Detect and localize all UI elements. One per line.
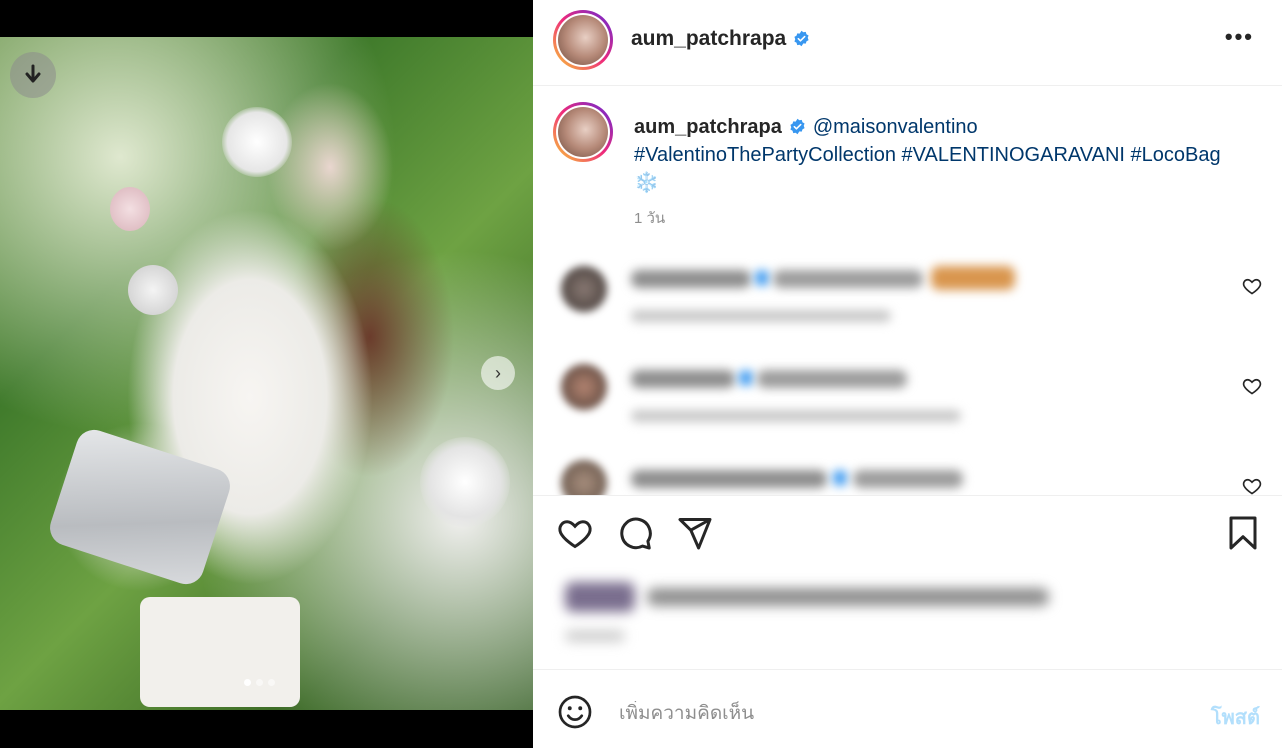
next-arrow-icon: › bbox=[495, 362, 501, 383]
details-panel: aum_patchrapa ••• aum_patchrapa @maisonva… bbox=[533, 0, 1282, 748]
carousel-dot bbox=[268, 679, 275, 686]
carousel-dots bbox=[244, 679, 275, 686]
comment-item bbox=[533, 248, 1282, 348]
comment-icon[interactable] bbox=[617, 515, 653, 551]
carousel-dot bbox=[256, 679, 263, 686]
caption-hashtags[interactable]: #ValentinoThePartyCollection #VALENTINOG… bbox=[634, 144, 1221, 166]
download-button[interactable] bbox=[10, 52, 56, 98]
post-dialog: › aum_patchrapa ••• aum_patchrapa @maiso… bbox=[0, 0, 1282, 748]
likes-summary bbox=[533, 570, 1282, 670]
more-options-button[interactable]: ••• bbox=[1225, 24, 1254, 50]
post-comment-button[interactable]: โพสต์ bbox=[1211, 701, 1260, 733]
comment-avatar[interactable] bbox=[561, 364, 607, 410]
verified-badge-icon bbox=[794, 30, 809, 47]
share-icon[interactable] bbox=[677, 515, 713, 551]
comment-avatar[interactable] bbox=[561, 460, 607, 495]
media-panel: › bbox=[0, 0, 533, 748]
comment-item bbox=[533, 348, 1282, 448]
post-timestamp[interactable]: 1 วัน bbox=[634, 206, 665, 230]
verified-badge-icon bbox=[790, 118, 805, 135]
post-header: aum_patchrapa ••• bbox=[533, 0, 1282, 86]
author-avatar[interactable] bbox=[553, 10, 613, 70]
caption-avatar[interactable] bbox=[553, 102, 613, 162]
caption: aum_patchrapa @maisonvalentino #Valentino… bbox=[533, 87, 1282, 247]
heart-icon[interactable] bbox=[557, 515, 593, 551]
caption-mention[interactable]: @maisonvalentino bbox=[813, 116, 978, 138]
author-username[interactable]: aum_patchrapa bbox=[631, 27, 810, 51]
action-bar bbox=[533, 497, 1282, 567]
emoji-icon[interactable] bbox=[557, 694, 593, 730]
arrow-down-icon bbox=[25, 64, 41, 83]
next-slide-button[interactable]: › bbox=[481, 356, 515, 390]
caption-text: aum_patchrapa @maisonvalentino #Valentino… bbox=[634, 113, 1254, 197]
more-icon[interactable]: ••• bbox=[1225, 24, 1254, 49]
comment-item bbox=[533, 448, 1282, 496]
post-photo[interactable] bbox=[0, 37, 533, 710]
caption-username[interactable]: aum_patchrapa bbox=[634, 116, 782, 138]
comment-like-icon[interactable] bbox=[1242, 276, 1262, 296]
comments-list bbox=[533, 248, 1282, 496]
caption-emoji: ❄️ bbox=[634, 172, 659, 194]
comment-avatar[interactable] bbox=[561, 266, 607, 312]
bookmark-icon[interactable] bbox=[1225, 515, 1261, 551]
comment-input[interactable] bbox=[619, 701, 1179, 727]
comment-like-icon[interactable] bbox=[1242, 376, 1262, 396]
comment-like-icon[interactable] bbox=[1242, 476, 1262, 496]
carousel-dot bbox=[244, 679, 251, 686]
comment-composer: โพสต์ bbox=[533, 671, 1282, 748]
